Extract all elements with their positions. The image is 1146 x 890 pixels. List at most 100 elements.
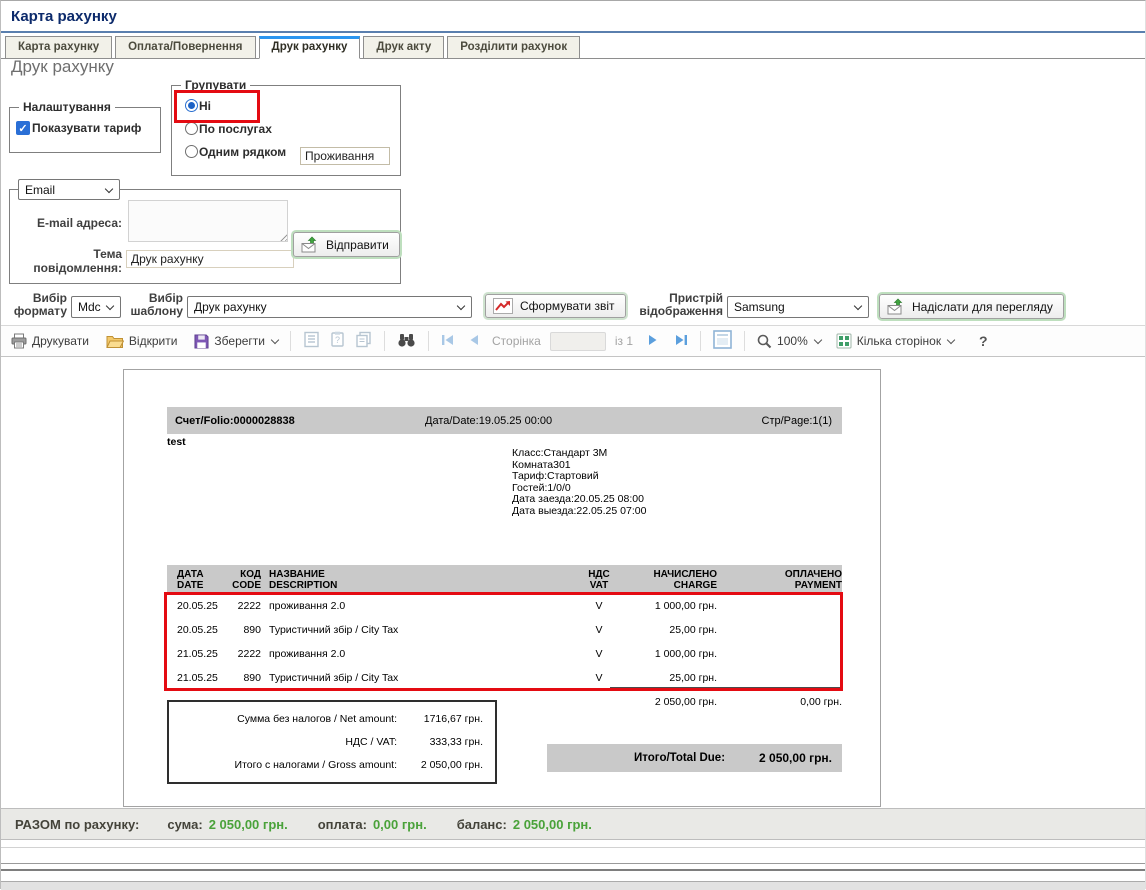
copy-pages-icon[interactable]: [355, 331, 372, 351]
guest-name: test: [167, 436, 186, 448]
next-page-button[interactable]: [648, 334, 658, 349]
tab[interactable]: Карта рахунку: [5, 36, 112, 59]
template-select[interactable]: Друк рахунку: [187, 296, 472, 318]
chevron-down-icon: [271, 336, 279, 344]
invoice-header-bar: Счет/Folio:0000028838 Дата/Date:19.05.25…: [167, 407, 842, 434]
template-value: Друк рахунку: [194, 300, 267, 314]
account-summary-item: баланс: 2 050,00 грн.: [457, 817, 592, 832]
col-header-description: НАЗВАНИЕDESCRIPTION: [261, 569, 571, 591]
zoom-control[interactable]: 100%: [757, 334, 821, 349]
envelope-up-arrow-icon: [887, 298, 905, 315]
folder-open-icon: [106, 334, 124, 348]
template-label: Вибір шаблону: [125, 292, 183, 318]
device-select[interactable]: Samsung: [727, 296, 869, 318]
search-binoculars-icon[interactable]: [397, 333, 416, 350]
checkbox-checked-icon: ✓: [16, 121, 30, 135]
chevron-down-icon: [854, 302, 862, 310]
generate-report-button[interactable]: Сформувати звіт: [485, 294, 626, 318]
tab[interactable]: Друк рахунку: [259, 36, 361, 59]
summary-item-label: сума:: [167, 817, 202, 832]
stay-detail-line: Дата выезда:22.05.25 07:00: [512, 506, 646, 518]
app-window: Карта рахунку Карта рахунку Оплата/Поверн…: [0, 0, 1146, 889]
first-page-button[interactable]: [441, 334, 454, 349]
radio-label: Ні: [199, 99, 211, 113]
tab-label: Друк акту: [376, 41, 431, 53]
chevron-down-icon: [947, 336, 955, 344]
email-method-select[interactable]: Email: [18, 179, 120, 200]
payment-total: 0,00 грн.: [717, 696, 842, 708]
summary-item-value: 2 050,00 грн.: [209, 817, 288, 832]
settings-groupbox: Налаштування ✓ Показувати тариф: [9, 107, 161, 153]
total-due-bar: Итого/Total Due: 2 050,00 грн.: [547, 744, 842, 772]
chevron-down-icon: [106, 302, 114, 310]
grouping-radio-option[interactable]: Ні: [172, 94, 400, 117]
help-button[interactable]: ?: [979, 333, 988, 349]
invoice-table-row: 20.05.25 890 Туристичний збір / City Tax…: [167, 618, 842, 642]
line-chart-icon: [493, 298, 513, 314]
cell-code: 890: [221, 624, 261, 636]
show-tariff-option[interactable]: ✓ Показувати тариф: [16, 121, 141, 135]
multi-page-grid-icon: [836, 333, 852, 349]
title-underline: [1, 31, 1145, 33]
magnifier-icon: [757, 334, 772, 349]
cell-date: 20.05.25: [167, 624, 221, 636]
email-address-field[interactable]: [128, 200, 288, 242]
invoice-preview-page: Счет/Folio:0000028838 Дата/Date:19.05.25…: [123, 369, 881, 807]
grouping-radio-option[interactable]: По послугах: [172, 117, 400, 140]
summary-item-value: 2 050,00 грн.: [513, 817, 592, 832]
tab[interactable]: Оплата/Повернення: [115, 36, 255, 59]
page-word-label: Сторінка: [492, 334, 541, 348]
print-button[interactable]: Друкувати: [11, 333, 89, 349]
save-floppy-icon: [194, 334, 209, 349]
cell-vat: V: [571, 672, 627, 684]
chevron-down-icon: [814, 336, 822, 344]
send-email-label: Відправити: [326, 238, 389, 252]
total-due-value: 2 050,00 грн.: [759, 751, 832, 765]
window-titlebar: Карта рахунку: [1, 1, 1145, 31]
last-page-button[interactable]: [675, 334, 688, 349]
invoice-date: Дата/Date:19.05.25 00:00: [425, 415, 552, 427]
send-email-button[interactable]: Відправити: [293, 232, 400, 257]
tax-summary-row: Сумма без налогов / Net amount: 1716,67 …: [169, 713, 495, 725]
multi-page-control[interactable]: Кілька сторінок: [836, 333, 954, 349]
tax-summary-box: Сумма без налогов / Net amount: 1716,67 …: [167, 700, 497, 784]
cell-description: Туристичний збір / City Tax: [261, 672, 571, 684]
previous-page-button[interactable]: [469, 334, 479, 349]
charge-total: 2 050,00 грн.: [627, 696, 717, 708]
stay-detail-line: Тариф:Стартовий: [512, 471, 646, 483]
cell-charge: 25,00 грн.: [627, 672, 717, 684]
toolbar-separator: [744, 331, 745, 351]
clipboard-question-icon[interactable]: ?: [329, 331, 346, 351]
single-line-name-input[interactable]: [300, 147, 390, 165]
section-heading: Друк рахунку: [11, 57, 114, 77]
cell-date: 20.05.25: [167, 600, 221, 612]
stay-details: Класс:Стандарт 3МКомната301Тариф:Стартов…: [512, 448, 646, 517]
chevron-down-icon: [105, 185, 113, 193]
svg-text:?: ?: [335, 335, 340, 345]
page-number-input[interactable]: [550, 332, 606, 351]
device-label: Пристрій відображення: [621, 292, 723, 318]
save-label: Зберегти: [214, 334, 265, 348]
tab[interactable]: Друк акту: [363, 36, 444, 59]
page-layout-icon[interactable]: [713, 330, 732, 352]
radio-label: По послугах: [199, 122, 272, 136]
format-select[interactable]: Mdc: [71, 296, 121, 318]
envelope-up-arrow-icon: [301, 236, 319, 253]
document-properties-icon[interactable]: [303, 331, 320, 351]
col-header-charge: НАЧИСЛЕНОCHARGE: [627, 569, 717, 591]
send-for-preview-button[interactable]: Надіслати для перегляду: [879, 294, 1064, 319]
account-summary-bar: РАЗОМ по рахунку: сума: 2 050,00 грн. оп…: [1, 808, 1145, 840]
preview-toolbar: Друкувати Відкрити Зберегти ? Сторінка і…: [1, 325, 1145, 357]
tax-summary-value: 333,33 грн.: [415, 736, 495, 748]
stay-detail-line: Дата заезда:20.05.25 08:00: [512, 494, 646, 506]
tab-label: Карта рахунку: [18, 41, 99, 53]
tab[interactable]: Розділити рахунок: [447, 36, 580, 59]
settings-legend: Налаштування: [19, 100, 115, 114]
save-button[interactable]: Зберегти: [194, 334, 278, 349]
tax-summary-value: 1716,67 грн.: [415, 713, 495, 725]
stay-detail-line: Класс:Стандарт 3М: [512, 448, 646, 460]
tax-summary-label: Итого с налогами / Gross amount:: [169, 759, 415, 771]
toolbar-separator: [384, 331, 385, 351]
subject-field[interactable]: [126, 250, 294, 268]
open-button[interactable]: Відкрити: [106, 334, 178, 348]
